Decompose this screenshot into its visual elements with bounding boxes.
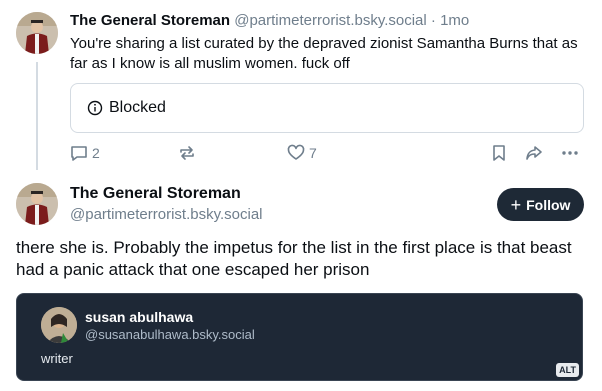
reply-header: The General Storeman @partimeterrorist.b…: [70, 12, 594, 29]
more-options-button[interactable]: [560, 143, 580, 163]
like-count: 7: [309, 145, 317, 161]
follow-label: Follow: [526, 196, 571, 213]
plus-icon: +: [510, 194, 522, 215]
speech-bubble-icon: [71, 146, 87, 161]
bookmark-button[interactable]: [489, 143, 509, 163]
reply-separator: ·: [426, 12, 441, 29]
post-author-avatar[interactable]: [16, 183, 58, 225]
reply-timestamp[interactable]: 1mo: [440, 12, 469, 29]
bookmark-icon: [493, 145, 505, 161]
blocked-label: Blocked: [109, 99, 166, 116]
reply-text: You're sharing a list curated by the dep…: [70, 35, 578, 72]
embedded-profile-card[interactable]: susan abulhawa @susanabulhawa.bsky.socia…: [16, 293, 583, 381]
reply-author-avatar[interactable]: [16, 12, 58, 54]
follow-button[interactable]: + Follow: [497, 188, 584, 221]
share-icon: [526, 146, 542, 160]
repost-button[interactable]: [177, 143, 197, 163]
blocked-quote-card: Blocked: [70, 83, 584, 133]
reply-author-handle[interactable]: @partimeterrorist.bsky.social: [234, 12, 427, 29]
alt-text-badge[interactable]: ALT: [556, 363, 579, 377]
reply-author-name[interactable]: The General Storeman: [70, 12, 230, 29]
post-text: there she is. Probably the impetus for t…: [16, 238, 572, 279]
info-circle-icon: [87, 100, 103, 116]
share-button[interactable]: [524, 143, 544, 163]
repost-icon: [180, 146, 194, 160]
reply-button[interactable]: 2: [69, 143, 100, 163]
embedded-profile-avatar: [41, 307, 77, 343]
heart-icon: [287, 144, 305, 160]
post-author-name[interactable]: The General Storeman: [70, 185, 241, 203]
embedded-profile-handle: @susanabulhawa.bsky.social: [85, 327, 255, 342]
like-button[interactable]: 7: [286, 143, 317, 163]
more-dots-icon: [562, 151, 578, 155]
thread-line: [36, 62, 38, 170]
embedded-profile-bio: writer: [41, 351, 73, 366]
reply-count: 2: [92, 145, 100, 161]
embedded-profile-name: susan abulhawa: [85, 309, 194, 325]
post-author-handle[interactable]: @partimeterrorist.bsky.social: [70, 206, 263, 223]
